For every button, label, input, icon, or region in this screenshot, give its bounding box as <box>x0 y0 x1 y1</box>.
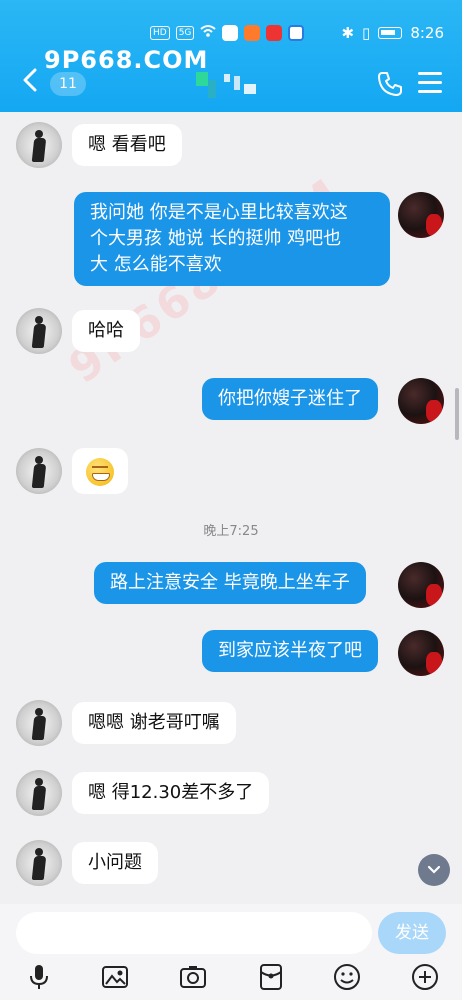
chat-header: HD 5G ✱ ▯ 8:26 9P668.COM 11 <box>0 0 462 112</box>
status-bar: HD 5G ✱ ▯ 8:26 <box>0 22 462 46</box>
video-app-icon <box>244 25 261 41</box>
chevron-left-icon[interactable] <box>22 68 38 99</box>
contact-name-pixelated[interactable] <box>180 70 260 104</box>
message-bubble[interactable]: 到家应该半夜了吧 <box>202 630 378 672</box>
wechat-icon <box>222 25 239 41</box>
mic-icon[interactable] <box>24 962 54 992</box>
scroll-down-icon[interactable] <box>418 854 450 886</box>
message-bubble[interactable]: 哈哈 <box>72 310 140 352</box>
news-app-icon <box>266 25 283 41</box>
contact-avatar[interactable] <box>16 308 62 354</box>
vibrate-icon: ▯ <box>362 24 371 42</box>
emoji-icon[interactable] <box>332 962 362 992</box>
unread-badge[interactable]: 11 <box>50 72 86 96</box>
input-bar: 发送 <box>0 904 462 1000</box>
my-avatar[interactable] <box>398 192 444 238</box>
message-bubble[interactable]: 嗯 看看吧 <box>72 124 182 166</box>
contact-avatar[interactable] <box>16 448 62 494</box>
contact-avatar[interactable] <box>16 122 62 168</box>
grinning-squint-emoji-icon <box>86 458 114 486</box>
camera-icon[interactable] <box>178 962 208 992</box>
my-avatar[interactable] <box>398 630 444 676</box>
message-input[interactable] <box>16 912 372 954</box>
contact-avatar[interactable] <box>16 840 62 886</box>
bluetooth-icon: ✱ <box>341 24 355 42</box>
image-icon[interactable] <box>100 962 130 992</box>
battery-icon <box>378 27 403 39</box>
message-bubble[interactable]: 嗯 得12.30差不多了 <box>72 772 270 814</box>
message-line: 大 怎么能不喜欢 <box>90 254 222 275</box>
message-bubble[interactable]: 小问题 <box>72 842 158 884</box>
message-bubble[interactable]: 路上注意安全 毕竟晚上坐车子 <box>94 562 366 604</box>
plus-icon[interactable] <box>410 962 440 992</box>
wifi-icon <box>200 24 217 42</box>
send-button[interactable]: 发送 <box>378 912 446 954</box>
message-bubble[interactable]: 嗯嗯 谢老哥叮嘱 <box>72 702 236 744</box>
message-line: 个大男孩 她说 长的挺帅 鸡吧也 <box>90 228 342 249</box>
hd-chip: HD <box>150 26 170 40</box>
red-packet-icon[interactable] <box>256 962 286 992</box>
message-bubble[interactable]: 你把你嫂子迷住了 <box>202 378 378 420</box>
my-avatar[interactable] <box>398 562 444 608</box>
status-left: HD 5G <box>150 24 305 42</box>
clock: 8:26 <box>410 24 444 42</box>
browser-app-icon <box>288 25 305 41</box>
chat-messages[interactable]: 9P668.COM 嗯 看看吧 我问她 你是不是心里比较喜欢这 个大男孩 她说 … <box>0 112 462 904</box>
message-bubble[interactable] <box>72 448 128 494</box>
scrollbar[interactable] <box>455 388 459 440</box>
contact-avatar[interactable] <box>16 770 62 816</box>
menu-icon[interactable] <box>418 72 442 94</box>
message-line: 我问她 你是不是心里比较喜欢这 <box>90 202 348 223</box>
timestamp: 晚上7:25 <box>203 524 259 539</box>
network-chip: 5G <box>175 26 195 40</box>
my-avatar[interactable] <box>398 378 444 424</box>
message-bubble[interactable]: 我问她 你是不是心里比较喜欢这 个大男孩 她说 长的挺帅 鸡吧也 大 怎么能不喜… <box>74 192 390 286</box>
toolbar <box>0 962 462 996</box>
contact-avatar[interactable] <box>16 700 62 746</box>
status-right: ✱ ▯ 8:26 <box>341 24 444 42</box>
phone-icon[interactable] <box>376 70 404 98</box>
